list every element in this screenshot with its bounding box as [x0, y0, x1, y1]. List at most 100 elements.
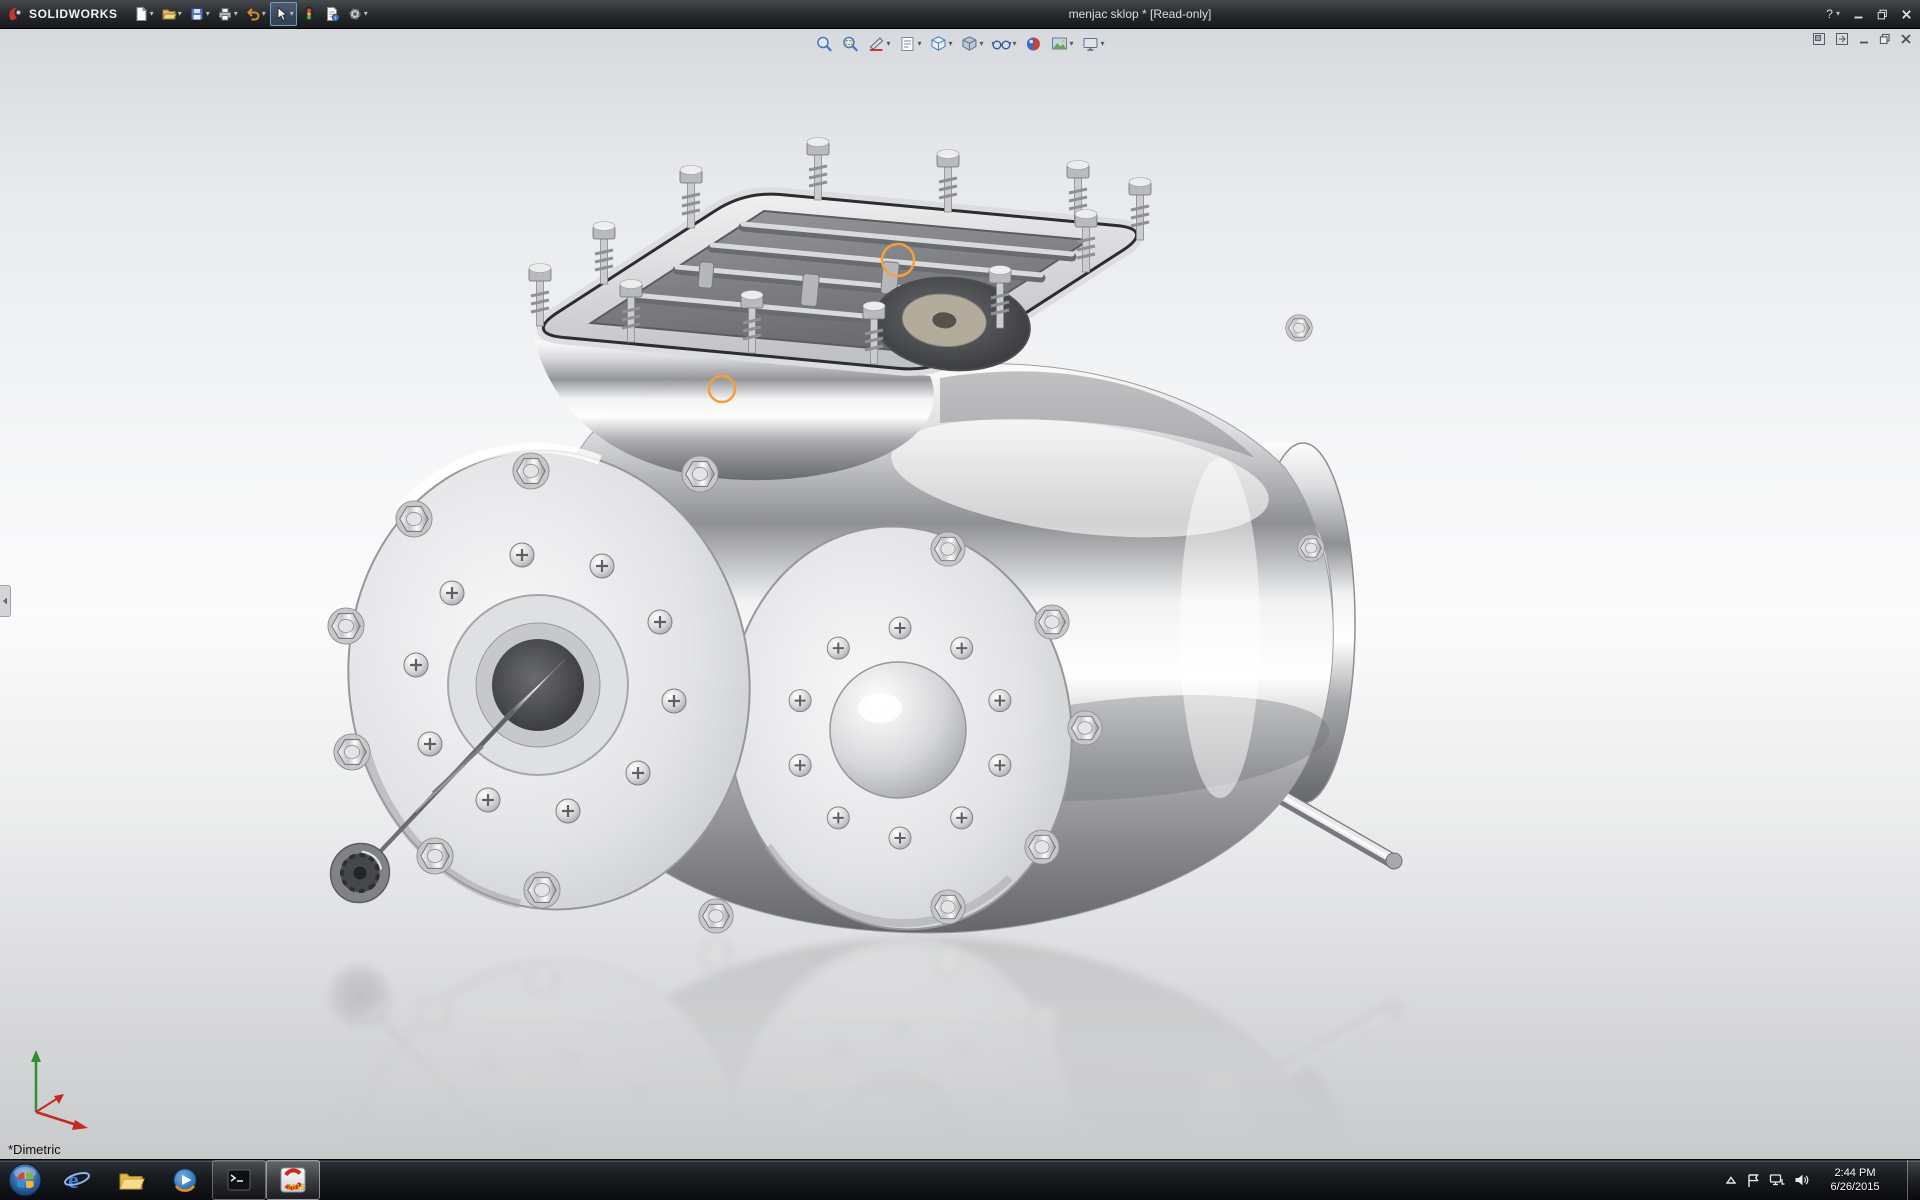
view-orientation-label: *Dimetric [8, 1142, 61, 1157]
pane-expand-icon [1835, 32, 1849, 46]
save-floppy-icon [189, 6, 205, 22]
doc-restore-button[interactable] [1879, 33, 1891, 45]
model-reflection [318, 918, 1402, 1160]
open-button[interactable]: ▾ [158, 2, 185, 26]
options-gear-icon [347, 6, 363, 22]
doc-close-button[interactable] [1900, 33, 1912, 45]
dropdown-caret-icon[interactable]: ▾ [948, 40, 952, 48]
gearbox-assembly-model[interactable] [0, 28, 1920, 1160]
dropdown-caret-icon[interactable]: ▾ [290, 10, 294, 18]
start-button[interactable] [0, 1160, 50, 1200]
zoom-to-area-button[interactable] [838, 31, 862, 57]
zoom-to-area-icon [841, 35, 859, 53]
display-style-button[interactable]: ▾ [957, 31, 986, 57]
dropdown-caret-icon[interactable]: ▾ [206, 10, 210, 18]
flag-icon [1746, 1173, 1760, 1188]
annotation-views-button[interactable]: ▾ [895, 31, 924, 57]
close-icon [1901, 9, 1912, 20]
brand-name: SOLIDWORKS [29, 7, 118, 21]
speaker-icon [1794, 1173, 1809, 1187]
zoom-to-fit-icon [815, 35, 833, 53]
view-orientation-cube-icon [929, 35, 947, 53]
section-view-button[interactable]: ▾ [864, 31, 893, 57]
solidworks-brand: SOLIDWORKS [0, 5, 130, 23]
dropdown-caret-icon[interactable]: ▾ [1101, 40, 1105, 48]
zoom-to-fit-button[interactable] [812, 31, 836, 57]
new-button[interactable]: ▾ [130, 2, 157, 26]
new-file-icon [133, 6, 149, 22]
options-button[interactable]: ▾ [344, 2, 371, 26]
rebuild-button[interactable] [298, 2, 320, 26]
taskbar-solidworks-button[interactable]: 2015 [266, 1160, 320, 1200]
view-settings-button[interactable]: ▾ [1079, 31, 1108, 57]
undo-arrow-icon [245, 6, 261, 22]
minimize-button[interactable] [1853, 9, 1864, 20]
doc-minimize-button[interactable] [1858, 33, 1870, 45]
taskbar-internet-explorer-button[interactable]: e [50, 1160, 104, 1200]
command-prompt-icon [225, 1166, 253, 1194]
dropdown-caret-icon[interactable]: ▾ [1070, 40, 1074, 48]
select-cursor-icon [273, 6, 289, 22]
orientation-triad[interactable] [14, 1042, 110, 1134]
expand-pane-button[interactable] [1835, 32, 1849, 46]
folder-icon [117, 1166, 145, 1194]
rebuild-traffic-light-icon [301, 6, 317, 22]
network-status-icon[interactable] [1769, 1173, 1785, 1187]
hide-show-items-button[interactable]: ▾ [989, 31, 1020, 57]
taskbar-media-player-button[interactable] [158, 1160, 212, 1200]
action-center-flag-icon[interactable] [1746, 1173, 1760, 1188]
dropdown-caret-icon[interactable]: ▾ [1836, 10, 1840, 18]
dropdown-caret-icon[interactable]: ▾ [178, 10, 182, 18]
open-folder-icon [161, 6, 177, 22]
appearance-ball-icon [1025, 35, 1043, 53]
titlebar: SOLIDWORKS ▾ ▾ [0, 0, 1920, 29]
windows-start-orb-icon [6, 1161, 44, 1199]
dropdown-caret-icon[interactable]: ▾ [150, 10, 154, 18]
dropdown-caret-icon[interactable]: ▾ [917, 40, 921, 48]
internet-explorer-icon: e [63, 1166, 91, 1194]
annotation-views-icon [898, 35, 916, 53]
help-button[interactable]: ? ▾ [1826, 7, 1840, 21]
restore-icon [1877, 9, 1888, 20]
restore-pane-button[interactable] [1812, 32, 1826, 46]
undo-button[interactable]: ▾ [242, 2, 269, 26]
view-orientation-button[interactable]: ▾ [926, 31, 955, 57]
restore-button[interactable] [1877, 9, 1888, 20]
select-button[interactable]: ▾ [270, 2, 297, 26]
window-title: menjac sklop * [Read-only] [1069, 7, 1212, 21]
dropdown-caret-icon[interactable]: ▾ [262, 10, 266, 18]
dropdown-caret-icon[interactable]: ▾ [364, 10, 368, 18]
help-icon: ? [1826, 7, 1833, 21]
dropdown-caret-icon[interactable]: ▾ [234, 10, 238, 18]
scene-photo-icon [1051, 35, 1069, 53]
taskbar-command-prompt-button[interactable] [212, 1160, 266, 1200]
eyeglasses-icon [992, 35, 1012, 53]
show-hidden-icons-button[interactable] [1725, 1175, 1737, 1185]
show-desktop-button[interactable] [1907, 1160, 1920, 1200]
edit-appearance-button[interactable] [1022, 31, 1046, 57]
close-icon [1900, 33, 1912, 45]
heads-up-view-toolbar: ▾ ▾ ▾ ▾ [812, 31, 1107, 57]
dropdown-caret-icon[interactable]: ▾ [886, 40, 890, 48]
print-button[interactable]: ▾ [214, 2, 241, 26]
close-button[interactable] [1901, 9, 1912, 20]
chevron-left-icon [2, 597, 8, 605]
apply-scene-button[interactable]: ▾ [1048, 31, 1077, 57]
save-button[interactable]: ▾ [186, 2, 213, 26]
dropdown-caret-icon[interactable]: ▾ [979, 40, 983, 48]
desktop-screen: SOLIDWORKS ▾ ▾ [0, 0, 1920, 1200]
minimize-icon [1858, 33, 1870, 45]
dassault-logo-icon [6, 5, 24, 23]
quick-access-toolbar: ▾ ▾ ▾ [130, 2, 371, 26]
file-properties-button[interactable]: i [321, 2, 343, 26]
taskbar-file-explorer-button[interactable] [104, 1160, 158, 1200]
clock-date: 6/26/2015 [1818, 1180, 1892, 1194]
solidworks-badge-text: 2015 [287, 1183, 305, 1192]
dropdown-caret-icon[interactable]: ▾ [1013, 40, 1017, 48]
graphics-area[interactable]: ▾ ▾ ▾ ▾ [0, 28, 1920, 1160]
pane-icon [1812, 32, 1826, 46]
taskbar-clock[interactable]: 2:44 PM 6/26/2015 [1818, 1166, 1892, 1195]
feature-manager-collapse-tab[interactable] [0, 585, 11, 617]
solidworks-app-icon: 2015 [279, 1166, 307, 1194]
volume-icon[interactable] [1794, 1173, 1809, 1187]
